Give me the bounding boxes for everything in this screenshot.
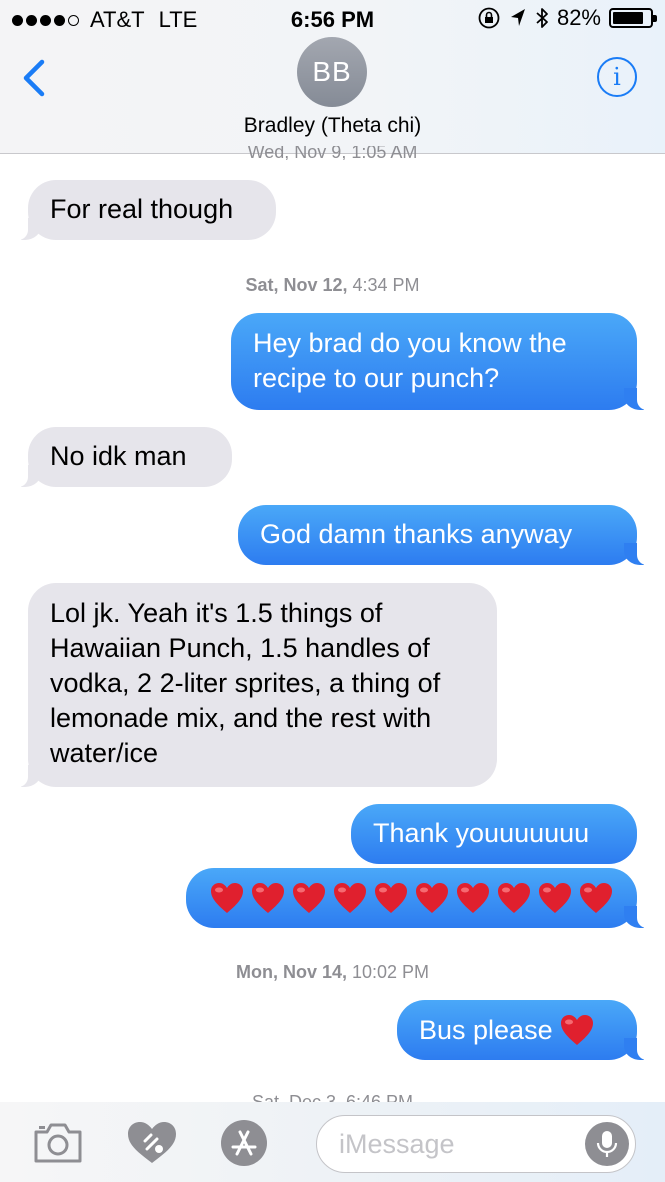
camera-icon[interactable] <box>32 1120 84 1164</box>
info-button[interactable]: i <box>597 57 637 97</box>
location-arrow-icon <box>510 9 525 26</box>
outgoing-message[interactable]: Thank youuuuuuu <box>351 804 637 864</box>
outgoing-message[interactable]: Bus please <box>397 1000 650 1060</box>
heart-emoji-icon <box>560 1015 593 1045</box>
microphone-icon <box>596 1131 618 1157</box>
back-chevron-icon[interactable] <box>18 58 52 98</box>
heart-emoji-icon <box>457 883 489 913</box>
heart-emoji-icon <box>375 883 407 913</box>
digital-touch-icon[interactable] <box>125 1119 179 1167</box>
app-store-icon[interactable] <box>220 1119 268 1167</box>
heart-emoji-icon <box>252 883 284 913</box>
message-text: Bus please <box>419 1014 553 1045</box>
heart-emoji-icon <box>498 883 530 913</box>
heart-emoji-icon <box>416 883 448 913</box>
outgoing-message-hearts[interactable] <box>186 868 650 928</box>
heart-emoji-icon <box>334 883 366 913</box>
timestamp: Mon, Nov 14, 10:02 PM <box>235 962 430 982</box>
message-text: God damn thanks anyway <box>260 519 573 549</box>
imessage-text-field[interactable]: iMessage <box>316 1115 636 1173</box>
microphone-button[interactable] <box>585 1122 629 1166</box>
battery-icon <box>609 8 657 28</box>
timestamp-partial-bottom: Sat, Dec 3, 6:46 PM <box>251 1092 414 1102</box>
message-text: No idk man <box>50 441 187 471</box>
incoming-message[interactable]: Lol jk. Yeah it's 1.5 things of Hawaiian… <box>15 583 497 787</box>
outgoing-message[interactable]: Hey brad do you know the recipe to our p… <box>231 313 650 410</box>
message-placeholder: iMessage <box>339 1129 455 1159</box>
orientation-lock-icon <box>478 7 500 29</box>
incoming-message[interactable]: For real though <box>15 180 276 240</box>
message-text: Lol jk. Yeah it's 1.5 things of Hawaiian… <box>50 598 441 768</box>
heart-emoji-icon <box>539 883 571 913</box>
contact-avatar[interactable]: BB <box>297 37 367 107</box>
message-input-bar: iMessage <box>0 1102 665 1182</box>
message-text: Thank youuuuuuu <box>373 818 590 848</box>
bluetooth-icon <box>536 8 548 28</box>
incoming-message[interactable]: No idk man <box>15 427 232 487</box>
heart-emoji-icon <box>211 883 243 913</box>
timestamp-partial-top: Wed, Nov 9, 1:05 AM <box>247 146 418 160</box>
status-bar: AT&T LTE 6:56 PM 82% <box>0 0 665 40</box>
timestamp: Sat, Nov 12, 4:34 PM <box>245 275 420 295</box>
outgoing-message[interactable]: God damn thanks anyway <box>238 505 650 565</box>
message-text: For real though <box>50 194 234 224</box>
info-icon: i <box>613 63 621 91</box>
hearts-row <box>204 868 619 928</box>
battery-percentage: 82% <box>556 5 601 30</box>
heart-emoji-icon <box>293 883 325 913</box>
contact-name[interactable]: Bradley (Theta chi) <box>0 114 665 138</box>
avatar-initials: BB <box>312 56 352 87</box>
heart-emoji-icon <box>580 883 612 913</box>
message-text: Hey brad do you know the recipe to our p… <box>253 328 567 393</box>
